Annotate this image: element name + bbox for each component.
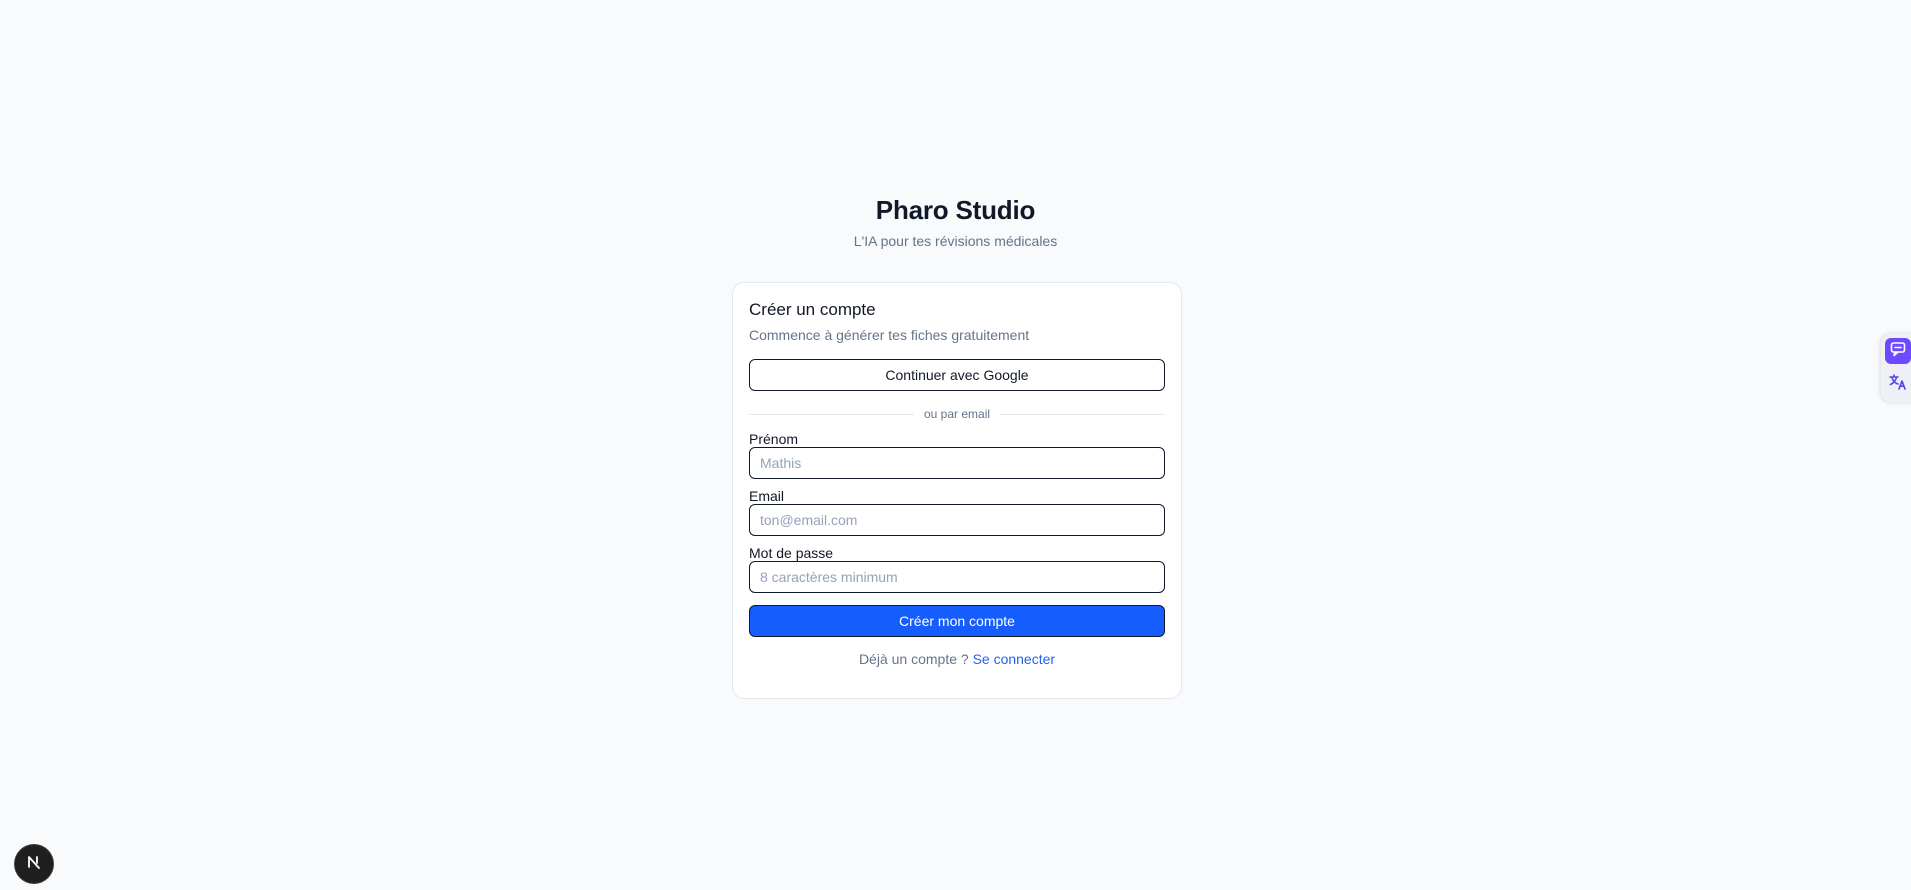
page-header: Pharo Studio L'IA pour tes révisions méd… (0, 193, 1911, 251)
or-divider: ou par email (749, 406, 1166, 422)
google-signin-button[interactable]: Continuer avec Google (749, 359, 1165, 391)
login-prompt: Déjà un compte ? Se connecter (749, 649, 1165, 669)
first-name-group: Prénom (749, 431, 1165, 479)
email-group: Email (749, 488, 1165, 536)
email-input[interactable] (749, 504, 1165, 536)
email-label: Email (749, 488, 785, 504)
divider-line-right (1000, 413, 1166, 415)
signup-card: Créer un compte Commence à générer tes f… (732, 282, 1182, 699)
chat-extension-icon (1889, 340, 1907, 363)
app-title: Pharo Studio (875, 195, 1036, 225)
card-title: Créer un compte (749, 300, 876, 319)
chat-extension-button[interactable] (1885, 338, 1911, 364)
login-link[interactable]: Se connecter (973, 651, 1056, 667)
first-name-input[interactable] (749, 447, 1165, 479)
login-prompt-text: Déjà un compte ? (858, 651, 969, 667)
first-name-label: Prénom (749, 431, 799, 447)
app-subtitle: L'IA pour tes révisions médicales (853, 233, 1058, 249)
divider-label: ou par email (923, 407, 991, 421)
divider-line-left (749, 413, 914, 415)
translate-extension-button[interactable] (1885, 371, 1911, 397)
translate-extension-icon (1888, 372, 1908, 397)
create-account-button[interactable]: Créer mon compte (749, 605, 1165, 637)
password-group: Mot de passe (749, 545, 1165, 593)
nextjs-logo-icon (25, 853, 43, 876)
browser-extension-panel (1881, 333, 1911, 403)
password-label: Mot de passe (749, 545, 834, 561)
nextjs-devtools-button[interactable] (15, 845, 53, 883)
password-input[interactable] (749, 561, 1165, 593)
card-description: Commence à générer tes fiches gratuiteme… (749, 327, 1030, 343)
